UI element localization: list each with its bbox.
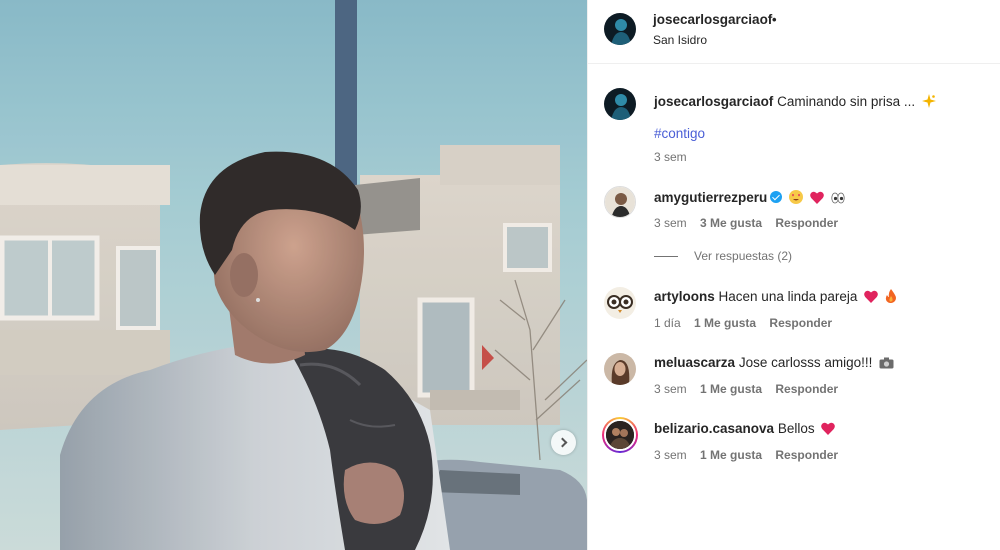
caption-meta: 3 sem <box>654 150 697 164</box>
verified-badge-icon <box>770 191 783 203</box>
post-side-panel: josecarlosgarciaof • San Isidro josecarl… <box>587 0 1000 550</box>
fire-icon <box>885 289 897 306</box>
comment-text: Hacen una linda pareja <box>718 289 858 304</box>
next-photo-button[interactable] <box>551 430 576 455</box>
heart-eyes-icon <box>789 190 804 207</box>
commenter-avatar[interactable] <box>604 287 636 319</box>
commenter-avatar <box>604 419 636 451</box>
chevron-right-icon <box>557 437 567 448</box>
photo-scene <box>0 0 587 550</box>
camera-icon <box>879 357 894 372</box>
post-header: josecarlosgarciaof • San Isidro <box>588 0 1000 64</box>
post-modal: josecarlosgarciaof • San Isidro josecarl… <box>0 0 1000 550</box>
author-username[interactable]: josecarlosgarciaof <box>653 12 772 27</box>
replies-divider <box>654 256 678 258</box>
comment-username[interactable]: belizario.casanova <box>654 421 774 436</box>
commenter-avatar[interactable] <box>604 353 636 385</box>
reply-button[interactable]: Responder <box>775 382 838 396</box>
comment-meta: 3 sem 3 Me gusta Responder <box>654 216 848 230</box>
heart-icon <box>864 290 878 306</box>
comment-meta: 3 sem 1 Me gusta Responder <box>654 448 848 462</box>
reply-button[interactable]: Responder <box>775 448 838 462</box>
post-location[interactable]: San Isidro <box>653 33 707 47</box>
comment-meta: 3 sem 1 Me gusta Responder <box>654 382 848 396</box>
comment-time[interactable]: 3 sem <box>654 216 687 230</box>
comment-likes[interactable]: 3 Me gusta <box>700 216 762 230</box>
author-avatar[interactable] <box>604 13 636 45</box>
comment-likes[interactable]: 1 Me gusta <box>700 382 762 396</box>
view-replies-button[interactable]: Ver respuestas (2) <box>654 249 792 263</box>
comment-username[interactable]: amygutierrezperu <box>654 190 767 205</box>
heart-icon <box>809 191 824 207</box>
caption-username[interactable]: josecarlosgarciaof <box>654 94 773 109</box>
caption-text: Caminando sin prisa ... <box>777 94 916 109</box>
comment-username[interactable]: meluascarza <box>654 355 735 370</box>
header-dot: • <box>772 12 777 27</box>
comment-time[interactable]: 3 sem <box>654 448 687 462</box>
story-ring[interactable] <box>602 417 638 453</box>
reply-button[interactable]: Responder <box>775 216 838 230</box>
comment-time[interactable]: 1 día <box>654 316 681 330</box>
comment-username[interactable]: artyloons <box>654 289 715 304</box>
post-photo[interactable] <box>0 0 587 550</box>
reply-button[interactable]: Responder <box>769 316 832 330</box>
caption-time[interactable]: 3 sem <box>654 150 687 164</box>
heart-icon <box>821 422 836 438</box>
commenter-avatar[interactable] <box>604 186 636 218</box>
caption-hashtag[interactable]: #contigo <box>654 126 705 141</box>
comment-time[interactable]: 3 sem <box>654 382 687 396</box>
comment-likes[interactable]: 1 Me gusta <box>694 316 756 330</box>
comment-meta: 1 día 1 Me gusta Responder <box>654 316 842 330</box>
sparkles-icon <box>921 94 936 111</box>
caption-avatar[interactable] <box>604 88 636 120</box>
view-replies-label: Ver respuestas (2) <box>694 249 793 263</box>
comment-text: Jose carlosss amigo!!! <box>738 355 873 370</box>
comment-likes[interactable]: 1 Me gusta <box>700 448 762 462</box>
eyes-icon <box>830 192 845 207</box>
comment-text: Bellos <box>777 421 815 436</box>
